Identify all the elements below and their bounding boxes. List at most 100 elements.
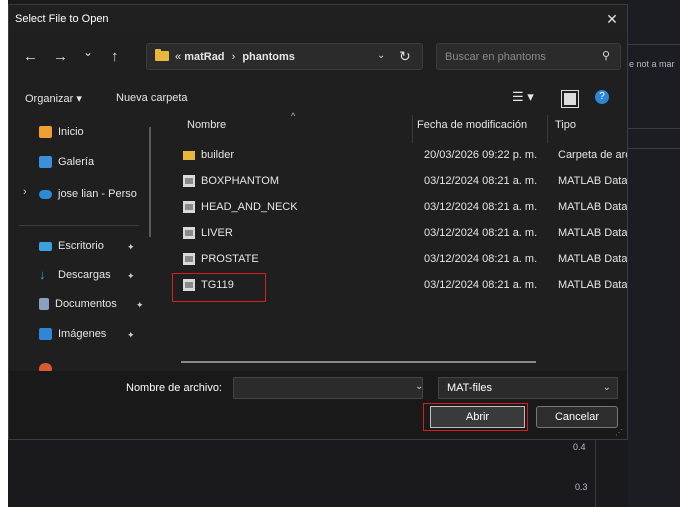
new-folder-button[interactable]: Nueva carpeta	[116, 92, 188, 104]
column-divider[interactable]	[547, 115, 548, 143]
background-axis-line	[595, 440, 596, 507]
resize-grip-icon[interactable]: ⋰	[615, 428, 623, 437]
breadcrumb-separator-icon: ›	[231, 51, 236, 63]
file-name: builder	[201, 149, 235, 161]
filename-label: Nombre de archivo:	[126, 382, 222, 394]
file-modified: 03/12/2024 08:21 a. m.	[424, 201, 538, 213]
pin-icon[interactable]: ✦	[127, 242, 135, 253]
column-header-modified[interactable]: Fecha de modificación	[417, 119, 527, 131]
music-icon	[39, 363, 52, 371]
address-bar[interactable]: « matRad › phantoms ⌄	[146, 43, 423, 70]
sidebar-item-imagenes[interactable]: Imágenes	[39, 325, 106, 343]
folder-icon	[183, 151, 195, 160]
expand-chevron-icon[interactable]: ›	[23, 186, 27, 198]
preview-pane-icon[interactable]	[561, 90, 579, 108]
file-row[interactable]: builder 20/03/2026 09:22 p. m. Carpeta de …	[169, 145, 627, 167]
refresh-icon[interactable]: ↻	[399, 48, 411, 65]
background-axis-tick: 0.4	[573, 442, 586, 452]
file-type-select[interactable]: MAT-files ⌄	[438, 377, 618, 399]
sidebar-item-onedrive[interactable]: jose lian - Perso	[39, 185, 137, 203]
back-arrow-icon[interactable]: ←	[23, 48, 38, 65]
file-modified: 03/12/2024 08:21 a. m.	[424, 253, 538, 265]
background-axis-tick: 0.3	[575, 482, 588, 492]
file-type-chevron-icon: ⌄	[602, 382, 611, 393]
pin-icon[interactable]: ✦	[136, 300, 144, 311]
mat-file-icon	[183, 175, 195, 187]
sidebar-item-escritorio[interactable]: Escritorio	[39, 237, 104, 255]
dialog-title: Select File to Open	[15, 13, 109, 25]
background-divider	[628, 44, 680, 45]
breadcrumb-matrad[interactable]: matRad	[184, 51, 224, 63]
dialog-footer: Nombre de archivo: ⌄ MAT-files ⌄ Abrir C…	[9, 371, 627, 439]
file-name: HEAD_AND_NECK	[201, 201, 298, 213]
file-name: BOXPHANTOM	[201, 175, 280, 187]
up-arrow-icon[interactable]: ↑	[111, 48, 119, 65]
sort-ascending-icon: ^	[291, 111, 296, 121]
horizontal-scrollbar[interactable]	[181, 361, 536, 363]
column-headers: ^ Nombre Fecha de modificación Tipo	[169, 111, 627, 143]
folder-icon	[155, 49, 169, 61]
breadcrumb-phantoms[interactable]: phantoms	[242, 51, 295, 63]
home-icon	[39, 126, 52, 138]
open-file-dialog: Select File to Open ✕ ← → ⌄ ↑ « matRad ›…	[8, 4, 628, 440]
mat-file-icon	[183, 201, 195, 213]
navigation-pane: Inicio Galería › jose lian - Perso Escri…	[9, 115, 149, 371]
file-row[interactable]: BOXPHANTOM 03/12/2024 08:21 a. m. MATLAB D…	[169, 171, 628, 193]
pin-icon[interactable]: ✦	[127, 271, 135, 282]
dialog-titlebar: Select File to Open ✕	[9, 5, 627, 33]
search-placeholder: Buscar en phantoms	[445, 51, 546, 63]
breadcrumb-overflow[interactable]: «	[175, 51, 181, 63]
background-plot-area	[628, 0, 680, 507]
close-icon[interactable]: ✕	[597, 5, 627, 33]
background-clipped-text: e not a mar	[629, 59, 675, 69]
gallery-icon	[39, 156, 52, 168]
file-modified: 03/12/2024 08:21 a. m.	[424, 175, 538, 187]
file-name: LIVER	[201, 227, 233, 239]
document-icon	[39, 298, 49, 310]
address-dropdown-chevron-icon[interactable]: ⌄	[377, 50, 385, 61]
file-row[interactable]: PROSTATE 03/12/2024 08:21 a. m. MATLAB Dat…	[169, 249, 628, 271]
sidebar-item-label: Escritorio	[58, 240, 104, 252]
sidebar-item-inicio[interactable]: Inicio	[39, 123, 84, 141]
open-button[interactable]: Abrir	[430, 406, 525, 428]
filename-input[interactable]	[233, 377, 423, 399]
sidebar-scrollbar[interactable]	[149, 127, 151, 237]
sidebar-item-galeria[interactable]: Galería	[39, 153, 94, 171]
navigation-bar: ← → ⌄ ↑ « matRad › phantoms ⌄ ↻ Buscar e…	[9, 43, 627, 73]
pin-icon[interactable]: ✦	[127, 330, 135, 341]
view-options-icon[interactable]: ☰ ▾	[512, 89, 534, 105]
organize-menu-button[interactable]: Organizar ▾	[25, 92, 82, 105]
file-name: PROSTATE	[201, 253, 259, 265]
help-icon[interactable]: ?	[595, 90, 609, 104]
column-divider[interactable]	[412, 115, 413, 143]
recent-locations-chevron-icon[interactable]: ⌄	[83, 45, 93, 59]
file-modified: 20/03/2026 09:22 p. m.	[424, 149, 538, 161]
file-row[interactable]: HEAD_AND_NECK 03/12/2024 08:21 a. m. MATLA…	[169, 197, 628, 219]
column-header-name[interactable]: Nombre	[187, 119, 226, 131]
file-row[interactable]: LIVER 03/12/2024 08:21 a. m. MATLAB Data	[169, 223, 628, 245]
file-type: MATLAB Data	[558, 201, 628, 213]
filename-dropdown-chevron-icon[interactable]: ⌄	[415, 381, 423, 392]
cancel-button[interactable]: Cancelar	[536, 406, 618, 428]
sidebar-item-label: Descargas	[58, 269, 111, 281]
sidebar-item-label: Galería	[58, 156, 95, 168]
column-header-type[interactable]: Tipo	[555, 119, 576, 131]
desktop-icon	[39, 241, 52, 251]
sidebar-item-label: Documentos	[55, 298, 117, 310]
background-divider	[628, 148, 680, 149]
file-type: MATLAB Data	[558, 175, 628, 187]
sidebar-item-label: Imágenes	[58, 328, 107, 340]
file-modified: 03/12/2024 08:21 a. m.	[424, 227, 538, 239]
sidebar-item-descargas[interactable]: ↓ Descargas	[39, 266, 111, 284]
file-type: MATLAB Data	[558, 227, 628, 239]
forward-arrow-icon[interactable]: →	[53, 48, 68, 65]
file-type-value: MAT-files	[447, 382, 493, 394]
sidebar-divider	[19, 225, 139, 226]
mat-file-icon	[183, 253, 195, 265]
sidebar-item-documentos[interactable]: Documentos	[39, 295, 117, 313]
file-type: MATLAB Data	[558, 253, 628, 265]
selection-highlight-tg119	[172, 273, 266, 302]
background-divider	[628, 128, 680, 129]
search-box[interactable]: Buscar en phantoms ⚲	[436, 43, 621, 70]
file-type: MATLAB Data	[558, 279, 628, 291]
